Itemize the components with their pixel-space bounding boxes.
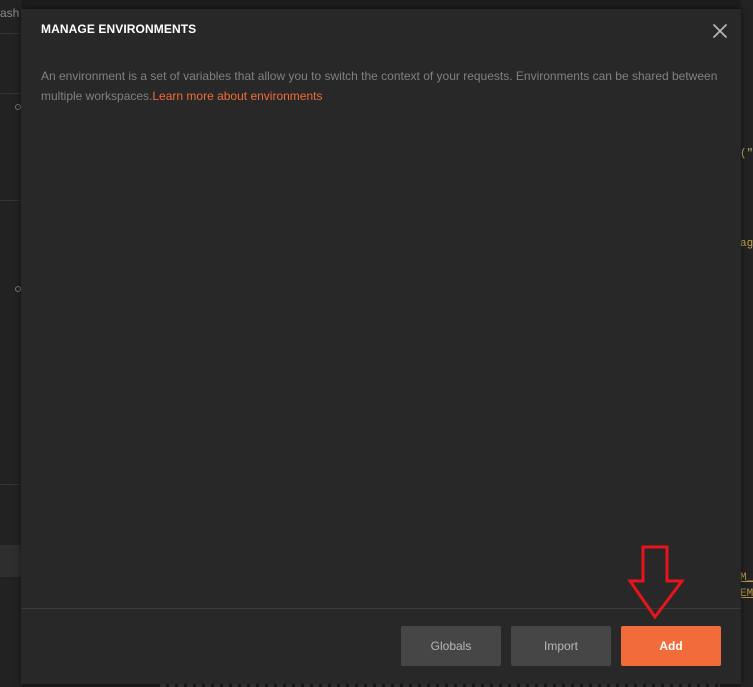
divider (0, 93, 22, 94)
modal-title: MANAGE ENVIRONMENTS (41, 22, 197, 36)
down-arrow-annotation-icon (627, 545, 685, 620)
divider (0, 484, 22, 485)
learn-more-link[interactable]: Learn more about environments (152, 89, 322, 103)
background-code-fragment: ag (740, 238, 753, 250)
background-sidebar-text: ash (0, 6, 20, 20)
background-selected-row (0, 545, 22, 577)
description-text: An environment is a set of variables tha… (41, 69, 718, 103)
background-sidebar: ash (0, 0, 22, 687)
background-code-fragment: (" (740, 148, 753, 160)
close-icon (713, 24, 727, 38)
globals-button[interactable]: Globals (401, 626, 501, 666)
divider (0, 33, 22, 34)
background-code-fragment: EM (740, 588, 753, 600)
import-button[interactable]: Import (511, 626, 611, 666)
divider (0, 200, 22, 201)
modal-header: MANAGE ENVIRONMENTS (21, 9, 741, 49)
add-button[interactable]: Add (621, 626, 721, 666)
modal-description: An environment is a set of variables tha… (41, 66, 721, 106)
close-button[interactable] (709, 20, 731, 42)
background-code-fragment: M_S (740, 572, 753, 584)
